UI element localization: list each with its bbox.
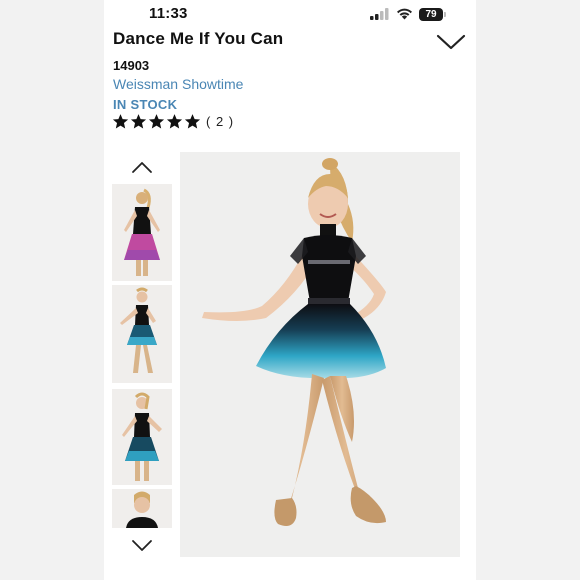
signal-icon (370, 8, 389, 20)
product-photo (180, 152, 460, 557)
gallery-thumbnail[interactable] (112, 184, 172, 281)
product-title: Dance Me If You Can (113, 29, 284, 48)
phone-screen: 11:33 79 Dance Me If You Can 14903 Weiss… (104, 0, 476, 580)
chevron-down-icon (436, 34, 466, 50)
brand-link[interactable]: Weissman Showtime (113, 76, 243, 92)
chevron-down-icon (132, 540, 152, 551)
gallery-thumbnail[interactable] (112, 489, 172, 528)
collapse-button[interactable] (436, 30, 466, 52)
chevron-up-icon (132, 162, 152, 173)
thumbnail-prev-button[interactable] (131, 160, 153, 174)
star-icon (148, 114, 165, 129)
star-icon (130, 114, 147, 129)
status-time: 11:33 (149, 5, 188, 22)
stock-status: IN STOCK (113, 97, 178, 112)
star-icon (166, 114, 183, 129)
rating[interactable]: ( 2 ) (112, 113, 234, 130)
thumbnail-image (112, 489, 172, 528)
review-count[interactable]: ( 2 ) (206, 114, 234, 129)
status-icons: 79 (370, 7, 446, 21)
thumbnail-next-button[interactable] (131, 539, 153, 553)
thumbnail-image (112, 285, 172, 383)
thumbnail-image (112, 184, 172, 281)
gallery-thumbnail[interactable] (112, 389, 172, 485)
gallery-thumbnail[interactable] (112, 285, 172, 383)
thumbnail-image (112, 389, 172, 485)
battery-indicator: 79 (419, 7, 446, 21)
main-product-image[interactable] (180, 152, 460, 557)
star-icon (184, 114, 201, 129)
star-icon (112, 114, 129, 129)
product-sku: 14903 (113, 58, 150, 73)
wifi-icon (397, 8, 412, 20)
